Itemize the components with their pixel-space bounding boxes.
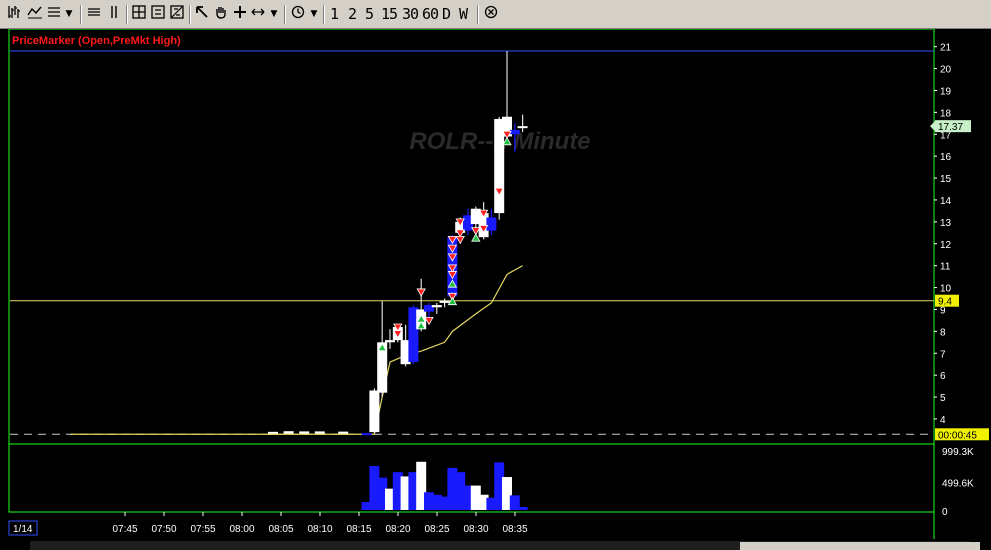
period-weekly-button[interactable]: W bbox=[459, 5, 468, 24]
y-tick-label: 12 bbox=[940, 240, 952, 251]
zoom-box-icon[interactable] bbox=[131, 5, 147, 24]
y-tick-label: 8 bbox=[940, 327, 946, 338]
vertical-lines-icon[interactable] bbox=[106, 5, 122, 24]
y-tick-label: 5 bbox=[940, 393, 946, 404]
close-icon[interactable] bbox=[483, 5, 499, 24]
premarket-high-label: 9.4 bbox=[938, 297, 952, 308]
volume-bar bbox=[517, 506, 528, 510]
lines-icon[interactable] bbox=[46, 5, 62, 24]
y-tick-label: 11 bbox=[940, 262, 951, 273]
price-panel-border bbox=[8, 29, 935, 445]
volume-axis-label: 0 bbox=[942, 507, 948, 518]
y-tick-label: 4 bbox=[940, 415, 946, 426]
horizontal-arrow-icon[interactable] bbox=[250, 5, 266, 24]
x-tick-label: 08:30 bbox=[463, 524, 488, 535]
x-tick-label: 08:10 bbox=[307, 524, 332, 535]
candle-body bbox=[517, 126, 528, 129]
y-tick-label: 21 bbox=[940, 43, 952, 54]
y-tick-label: 19 bbox=[940, 86, 952, 97]
period-60-button[interactable]: 60 bbox=[422, 5, 439, 24]
bars-icon[interactable] bbox=[6, 5, 22, 24]
clock-icon[interactable] bbox=[290, 5, 306, 24]
y-tick-label: 18 bbox=[940, 108, 952, 119]
period-daily-button[interactable]: D bbox=[442, 5, 451, 24]
x-tick-label: 07:55 bbox=[190, 524, 215, 535]
candle-body bbox=[361, 433, 372, 436]
dropdown-icon[interactable]: ▼ bbox=[309, 5, 319, 24]
x-tick-label: 07:45 bbox=[112, 524, 137, 535]
candle-body bbox=[509, 129, 520, 135]
pan-icon[interactable] bbox=[213, 5, 229, 24]
y-tick-label: 15 bbox=[940, 174, 952, 185]
x-tick-label: 08:00 bbox=[229, 524, 254, 535]
last-price-label: 17.37 bbox=[938, 122, 963, 133]
volume-axis-label: 999.3K bbox=[942, 447, 974, 458]
date-label: 1/14 bbox=[13, 524, 33, 535]
candle-body bbox=[431, 305, 442, 308]
zoom-out-icon[interactable] bbox=[169, 5, 185, 24]
period-1-button[interactable]: 1 bbox=[330, 5, 339, 24]
period-5-button[interactable]: 5 bbox=[365, 5, 374, 24]
y-tick-label: 13 bbox=[940, 218, 952, 229]
x-tick-label: 08:35 bbox=[502, 524, 527, 535]
period-30-button[interactable]: 30 bbox=[402, 5, 419, 24]
y-tick-label: 7 bbox=[940, 349, 946, 360]
volume-axis-label: 499.6K bbox=[942, 479, 974, 490]
pointer-icon[interactable] bbox=[194, 5, 210, 24]
x-tick-label: 07:50 bbox=[151, 524, 176, 535]
scrollbar-thumb[interactable] bbox=[740, 542, 980, 550]
y-tick-label: 6 bbox=[940, 371, 946, 382]
indicator-label: PriceMarker (Open,PreMkt High) bbox=[12, 35, 181, 47]
candle-body bbox=[486, 217, 497, 231]
dropdown-icon[interactable]: ▼ bbox=[64, 5, 74, 24]
candle-body bbox=[385, 340, 395, 343]
price-chart[interactable]: ROLR--1 Minute PriceMarker (Open,PreMkt … bbox=[0, 29, 991, 550]
chart-toolbar: ▼ ▼ ▼ 1 2 5 15 30 60 D W bbox=[0, 0, 991, 29]
candle-body bbox=[369, 390, 380, 433]
chart-style-icon[interactable] bbox=[27, 5, 43, 24]
dropdown-icon[interactable]: ▼ bbox=[269, 5, 279, 24]
y-tick-label: 14 bbox=[940, 196, 952, 207]
period-15-button[interactable]: 15 bbox=[381, 5, 398, 24]
crosshair-icon[interactable] bbox=[232, 5, 248, 24]
horizontal-lines-icon[interactable] bbox=[86, 5, 102, 24]
y-tick-label: 10 bbox=[940, 284, 952, 295]
candle-body bbox=[439, 300, 450, 303]
timer-label: 00:00:45 bbox=[938, 430, 977, 441]
x-tick-label: 08:20 bbox=[385, 524, 410, 535]
x-tick-label: 08:05 bbox=[268, 524, 293, 535]
x-tick-label: 08:15 bbox=[346, 524, 371, 535]
x-tick-label: 08:25 bbox=[424, 524, 449, 535]
y-tick-label: 16 bbox=[940, 152, 952, 163]
y-tick-label: 20 bbox=[940, 65, 952, 76]
period-2-button[interactable]: 2 bbox=[348, 5, 357, 24]
zoom-in-icon[interactable] bbox=[150, 5, 166, 24]
